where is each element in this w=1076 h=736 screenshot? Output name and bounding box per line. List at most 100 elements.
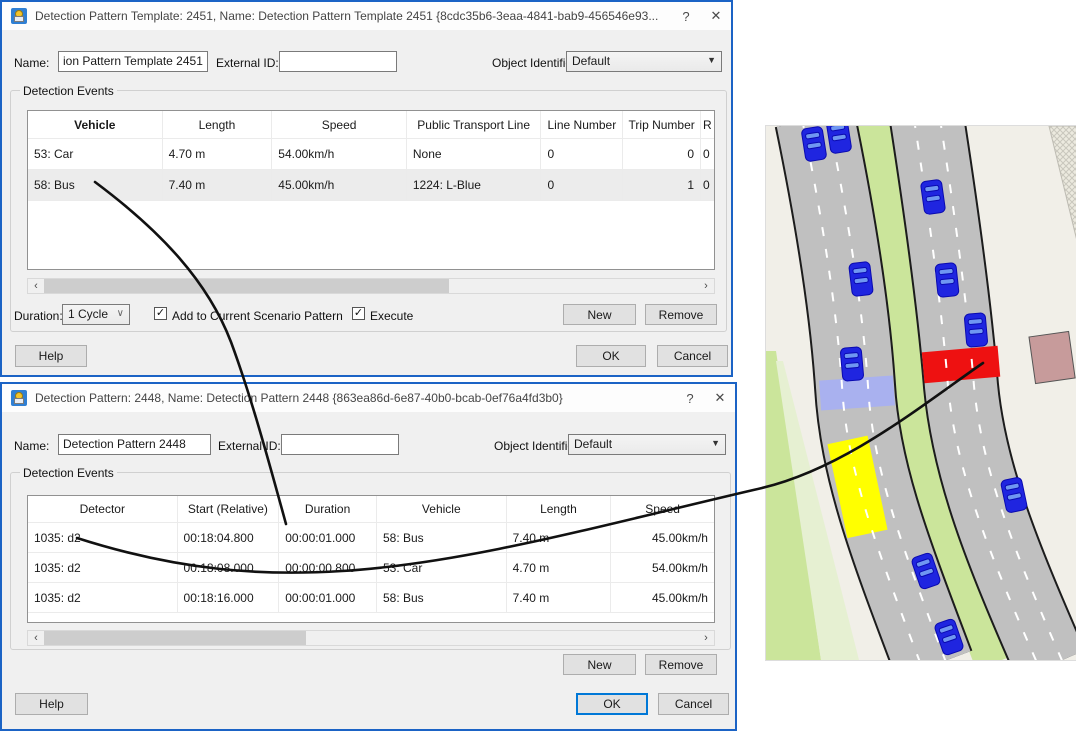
col-vehicle[interactable]: Vehicle: [377, 496, 507, 522]
vehicle[interactable]: [964, 313, 988, 348]
cell[interactable]: 0: [701, 139, 714, 169]
name-input[interactable]: ion Pattern Template 2451: [58, 51, 208, 72]
chevron-down-icon: ▼: [707, 55, 716, 65]
cell[interactable]: None: [407, 139, 542, 169]
horizontal-scrollbar[interactable]: ‹ ›: [27, 630, 715, 646]
table-row[interactable]: 53: Car 4.70 m 54.00km/h None 0 0 0: [28, 139, 714, 170]
new-button[interactable]: New: [563, 304, 636, 325]
cell[interactable]: 1: [623, 170, 701, 200]
cell[interactable]: 00:18:08.000: [178, 553, 280, 582]
vehicle[interactable]: [849, 261, 874, 296]
cell[interactable]: 45.00km/h: [611, 523, 714, 552]
add-to-scenario-checkbox[interactable]: ✓: [154, 307, 167, 320]
cell[interactable]: 7.40 m: [507, 523, 612, 552]
col-line-number[interactable]: Line Number: [541, 111, 623, 138]
blue-detector-zone[interactable]: [819, 375, 895, 410]
cell[interactable]: 58: Bus: [377, 523, 507, 552]
scroll-left-icon[interactable]: ‹: [28, 631, 44, 645]
remove-button[interactable]: Remove: [645, 654, 717, 675]
cell[interactable]: 00:18:04.800: [178, 523, 280, 552]
cell[interactable]: 4.70 m: [163, 139, 273, 169]
col-vehicle[interactable]: Vehicle: [28, 111, 163, 138]
new-button[interactable]: New: [563, 654, 636, 675]
name-input[interactable]: Detection Pattern 2448: [58, 434, 211, 455]
scrollbar-thumb[interactable]: [44, 631, 306, 645]
horizontal-scrollbar[interactable]: ‹ ›: [27, 278, 715, 294]
cell[interactable]: 54.00km/h: [611, 553, 714, 582]
col-speed[interactable]: Speed: [272, 111, 407, 138]
detection-events-table[interactable]: Vehicle Length Speed Public Transport Li…: [27, 110, 715, 270]
col-public-transport-line[interactable]: Public Transport Line: [407, 111, 542, 138]
cell[interactable]: 53: Car: [377, 553, 507, 582]
title-bar[interactable]: Detection Pattern Template: 2451, Name: …: [2, 2, 731, 31]
ok-button[interactable]: OK: [576, 345, 646, 367]
external-id-input[interactable]: [279, 51, 397, 72]
cell[interactable]: 45.00km/h: [272, 170, 407, 200]
dialog-title: Detection Pattern: 2448, Name: Detection…: [35, 391, 675, 405]
cell[interactable]: 4.70 m: [507, 553, 612, 582]
cell[interactable]: 54.00km/h: [272, 139, 407, 169]
network-editor-map[interactable]: [765, 125, 1076, 661]
cell[interactable]: 7.40 m: [163, 170, 273, 200]
col-length[interactable]: Length: [507, 496, 612, 522]
vehicle[interactable]: [920, 179, 945, 215]
cell[interactable]: 1035: d2: [28, 583, 178, 612]
cell[interactable]: 00:00:00.800: [279, 553, 377, 582]
detection-events-table[interactable]: Detector ˆ Start (Relative) Duration Veh…: [27, 495, 715, 623]
scrollbar-track[interactable]: [44, 631, 698, 645]
ok-button[interactable]: OK: [576, 693, 648, 715]
cell[interactable]: 1035: d2: [28, 523, 178, 552]
col-duration[interactable]: Duration: [279, 496, 377, 522]
detection-events-group-label: Detection Events: [20, 84, 117, 98]
cell[interactable]: 0: [623, 139, 701, 169]
help-button[interactable]: Help: [15, 345, 87, 367]
cell[interactable]: 1035: d2: [28, 553, 178, 582]
cell[interactable]: 1224: L-Blue: [407, 170, 542, 200]
close-icon[interactable]: ✕: [705, 390, 735, 406]
duration-select[interactable]: 1 Cycle ∨: [62, 304, 130, 325]
title-bar[interactable]: Detection Pattern: 2448, Name: Detection…: [2, 384, 735, 413]
col-detector[interactable]: Detector: [28, 496, 178, 522]
cell[interactable]: 0: [541, 139, 623, 169]
object-identifier-select[interactable]: Default ▼: [568, 434, 726, 455]
col-start-relative[interactable]: ˆ Start (Relative): [178, 496, 280, 522]
help-titlebar-button[interactable]: ?: [675, 391, 705, 406]
scroll-right-icon[interactable]: ›: [698, 631, 714, 645]
remove-button[interactable]: Remove: [645, 304, 717, 325]
red-detector-zone[interactable]: [922, 346, 1000, 384]
scrollbar-track[interactable]: [44, 279, 698, 293]
cell[interactable]: 7.40 m: [507, 583, 612, 612]
scroll-right-icon[interactable]: ›: [698, 279, 714, 293]
col-speed[interactable]: Speed: [611, 496, 714, 522]
cell[interactable]: 58: Bus: [28, 170, 163, 200]
col-length[interactable]: Length: [163, 111, 273, 138]
col-r-clipped[interactable]: R: [701, 111, 714, 138]
vehicle[interactable]: [840, 347, 864, 382]
sort-ascending-icon: ˆ: [226, 496, 229, 503]
execute-checkbox[interactable]: ✓: [352, 307, 365, 320]
help-button[interactable]: Help: [15, 693, 88, 715]
cancel-button[interactable]: Cancel: [657, 345, 728, 367]
table-row[interactable]: 1035: d2 00:18:04.800 00:00:01.000 58: B…: [28, 523, 714, 553]
external-id-input[interactable]: [281, 434, 399, 455]
cell[interactable]: 00:18:16.000: [178, 583, 280, 612]
cell[interactable]: 00:00:01.000: [279, 523, 377, 552]
cell[interactable]: 0: [701, 170, 714, 200]
cell[interactable]: 00:00:01.000: [279, 583, 377, 612]
table-row[interactable]: 1035: d2 00:18:08.000 00:00:00.800 53: C…: [28, 553, 714, 583]
vehicle[interactable]: [935, 262, 959, 297]
cancel-button[interactable]: Cancel: [658, 693, 729, 715]
scrollbar-thumb[interactable]: [44, 279, 449, 293]
object-identifier-select[interactable]: Default ▼: [566, 51, 722, 72]
cell[interactable]: 0: [541, 170, 623, 200]
close-icon[interactable]: ✕: [701, 8, 731, 24]
col-trip-number[interactable]: Trip Number: [623, 111, 701, 138]
help-titlebar-button[interactable]: ?: [671, 9, 701, 24]
cell[interactable]: 53: Car: [28, 139, 163, 169]
cell[interactable]: 45.00km/h: [611, 583, 714, 612]
scroll-left-icon[interactable]: ‹: [28, 279, 44, 293]
table-row[interactable]: 1035: d2 00:18:16.000 00:00:01.000 58: B…: [28, 583, 714, 613]
table-row-selected[interactable]: 58: Bus 7.40 m 45.00km/h 1224: L-Blue 0 …: [28, 170, 714, 201]
cell[interactable]: 58: Bus: [377, 583, 507, 612]
vehicle[interactable]: [801, 126, 827, 162]
